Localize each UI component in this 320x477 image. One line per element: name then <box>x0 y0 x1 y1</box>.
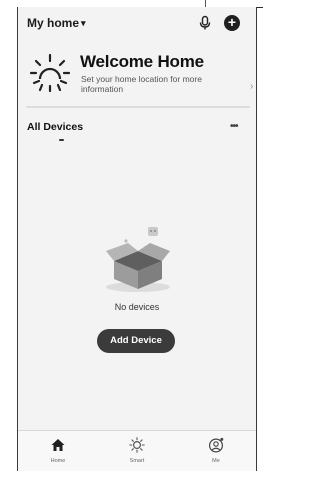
tab-home[interactable]: Home <box>28 431 88 471</box>
tab-home-label: Home <box>50 458 66 464</box>
add-circle-icon[interactable]: + <box>224 15 240 31</box>
tab-me[interactable]: Me <box>186 431 246 471</box>
tab-smart-label: Smart <box>129 458 145 464</box>
empty-box-illustration <box>106 227 170 292</box>
sun-icon <box>129 437 145 453</box>
more-icon[interactable]: ••• <box>230 121 238 132</box>
phone-screen: My home ▾ + Welcome Home Set your home lo… <box>17 7 257 471</box>
header: My home ▾ + <box>18 7 256 35</box>
tab-all-devices[interactable]: All Devices <box>27 121 83 133</box>
tab-smart[interactable]: Smart <box>107 431 167 471</box>
empty-state-text: No devices <box>114 302 160 312</box>
chevron-right-icon[interactable]: › <box>250 81 253 92</box>
welcome-card[interactable]: Welcome Home Set your home location for … <box>28 47 253 107</box>
welcome-title: Welcome Home <box>80 52 204 71</box>
home-name: My home <box>27 16 80 30</box>
microphone-icon[interactable] <box>197 15 213 31</box>
bottom-tab-bar: Home Smart Me <box>18 430 256 471</box>
profile-icon <box>208 437 224 453</box>
sun-icon <box>30 53 70 93</box>
welcome-subtitle: Set your home location for more informat… <box>81 74 202 94</box>
divider <box>26 106 250 108</box>
tab-me-label: Me <box>212 458 220 464</box>
home-selector[interactable]: My home ▾ <box>27 16 86 30</box>
tab-indicator <box>59 139 64 141</box>
chevron-down-icon: ▾ <box>81 18 86 28</box>
add-device-button[interactable]: Add Device <box>97 329 175 353</box>
home-icon <box>51 439 65 451</box>
